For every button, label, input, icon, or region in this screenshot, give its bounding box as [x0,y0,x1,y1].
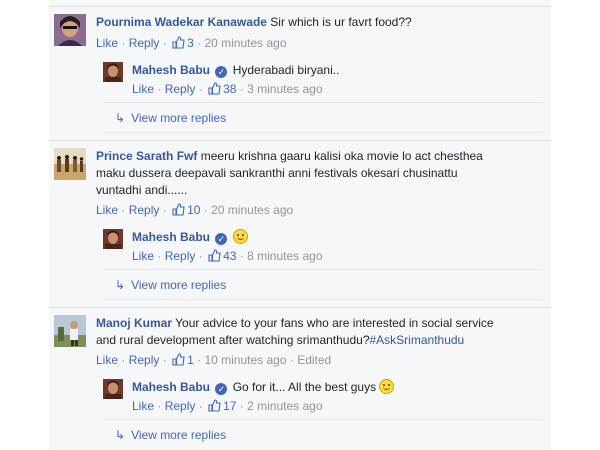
like-count[interactable]: 3 [170,36,197,50]
like-button[interactable]: Like [96,353,118,367]
reply-arrow-icon: ↳ [115,428,126,442]
like-count[interactable]: 1 [170,353,197,367]
divider [49,6,551,7]
reply-author[interactable]: Mahesh Babu [132,380,210,394]
like-button[interactable]: Like [132,399,154,413]
divider [49,140,551,141]
thumbs-up-icon [172,203,185,216]
like-button[interactable]: Like [96,36,118,50]
comment-text: Sir which is ur favrt food?? [270,15,412,29]
comment-actions: Like · Reply · 1 · 10 minutes ago · Edit… [96,353,332,367]
reply-avatar[interactable] [103,229,123,249]
like-count[interactable]: 38 [206,82,240,96]
reply-text: Go for it... All the best guys [232,380,377,394]
timestamp[interactable]: 20 minutes ago [211,203,293,217]
reply-author[interactable]: Mahesh Babu [132,230,210,244]
reply-body: Mahesh Babu ✓ [132,229,532,246]
reply-arrow-icon: ↳ [115,111,126,125]
divider [103,132,543,133]
verified-badge-icon: ✓ [215,383,228,395]
comment-body: Manoj Kumar Your advice to your fans who… [96,315,536,349]
reply-actions: Like · Reply · 43 · 8 minutes ago [132,249,323,263]
comment-author[interactable]: Pournima Wadekar Kanawade [96,15,267,29]
reply-button[interactable]: Reply [129,203,160,217]
reply-arrow-icon: ↳ [115,278,126,292]
avatar[interactable] [54,14,86,46]
hashtag-link[interactable]: #AskSrimanthudu [370,333,465,347]
comments-panel: Pournima Wadekar Kanawade Sir which is u… [49,0,551,450]
reply-avatar[interactable] [103,62,123,82]
reply-body: Mahesh Babu ✓ Hyderabadi biryani.. [132,62,532,79]
reply-actions: Like · Reply · 38 · 3 minutes ago [132,82,323,96]
reply-button[interactable]: Reply [129,353,160,367]
smiley-emoji-icon [232,229,248,244]
thumbs-up-icon [208,399,221,412]
reply-button[interactable]: Reply [129,36,160,50]
reply-author[interactable]: Mahesh Babu [132,63,210,77]
comment-text-line: vuntadhi andi...... [96,183,188,197]
like-button[interactable]: Like [132,249,154,263]
comment-text-line: Your advice to your fans who are interes… [175,316,494,330]
comment-body: Pournima Wadekar Kanawade Sir which is u… [96,14,536,31]
avatar[interactable] [54,315,86,347]
avatar[interactable] [54,148,86,180]
divider [103,102,543,103]
reply-button[interactable]: Reply [165,82,196,96]
reply-avatar[interactable] [103,379,123,399]
comment-actions: Like · Reply · 3 · 20 minutes ago [96,36,287,50]
like-count[interactable]: 10 [170,203,204,217]
timestamp[interactable]: 3 minutes ago [247,82,322,96]
thumbs-up-icon [172,36,185,49]
comment-text-line: and rural development after watching sri… [96,333,370,347]
verified-badge-icon: ✓ [215,233,228,245]
reply-body: Mahesh Babu ✓ Go for it... All the best … [132,379,532,396]
like-count[interactable]: 17 [206,399,240,413]
view-more-replies-link[interactable]: ↳ View more replies [115,110,226,126]
thumbs-up-icon [208,82,221,95]
divider [49,307,551,308]
comment-actions: Like · Reply · 10 · 20 minutes ago [96,203,294,217]
reply-button[interactable]: Reply [165,249,196,263]
like-button[interactable]: Like [132,82,154,96]
timestamp[interactable]: 10 minutes ago [204,353,286,367]
timestamp[interactable]: 2 minutes ago [247,399,322,413]
timestamp[interactable]: 8 minutes ago [247,249,322,263]
thumbs-up-icon [208,249,221,262]
verified-badge-icon: ✓ [215,66,228,78]
comment-text-line: maku dussera deepavali sankranthi anni f… [96,166,458,180]
comment-text-line: meeru krishna gaaru kalisi oka movie lo … [200,149,483,163]
comment-author[interactable]: Prince Sarath Fwf [96,149,197,163]
like-count[interactable]: 43 [206,249,240,263]
timestamp[interactable]: 20 minutes ago [204,36,286,50]
reply-actions: Like · Reply · 17 · 2 minutes ago [132,399,323,413]
divider [103,269,543,270]
like-button[interactable]: Like [96,203,118,217]
comment-author[interactable]: Manoj Kumar [96,316,172,330]
divider [103,419,543,420]
view-more-replies-link[interactable]: ↳ View more replies [115,427,226,443]
reply-text: Hyderabadi biryani.. [232,63,340,77]
view-more-replies-link[interactable]: ↳ View more replies [115,277,226,293]
edited-label[interactable]: Edited [297,353,331,367]
smiley-emoji-icon [379,379,395,394]
reply-button[interactable]: Reply [165,399,196,413]
divider [103,299,543,300]
thumbs-up-icon [172,353,185,366]
comment-body: Prince Sarath Fwf meeru krishna gaaru ka… [96,148,536,199]
